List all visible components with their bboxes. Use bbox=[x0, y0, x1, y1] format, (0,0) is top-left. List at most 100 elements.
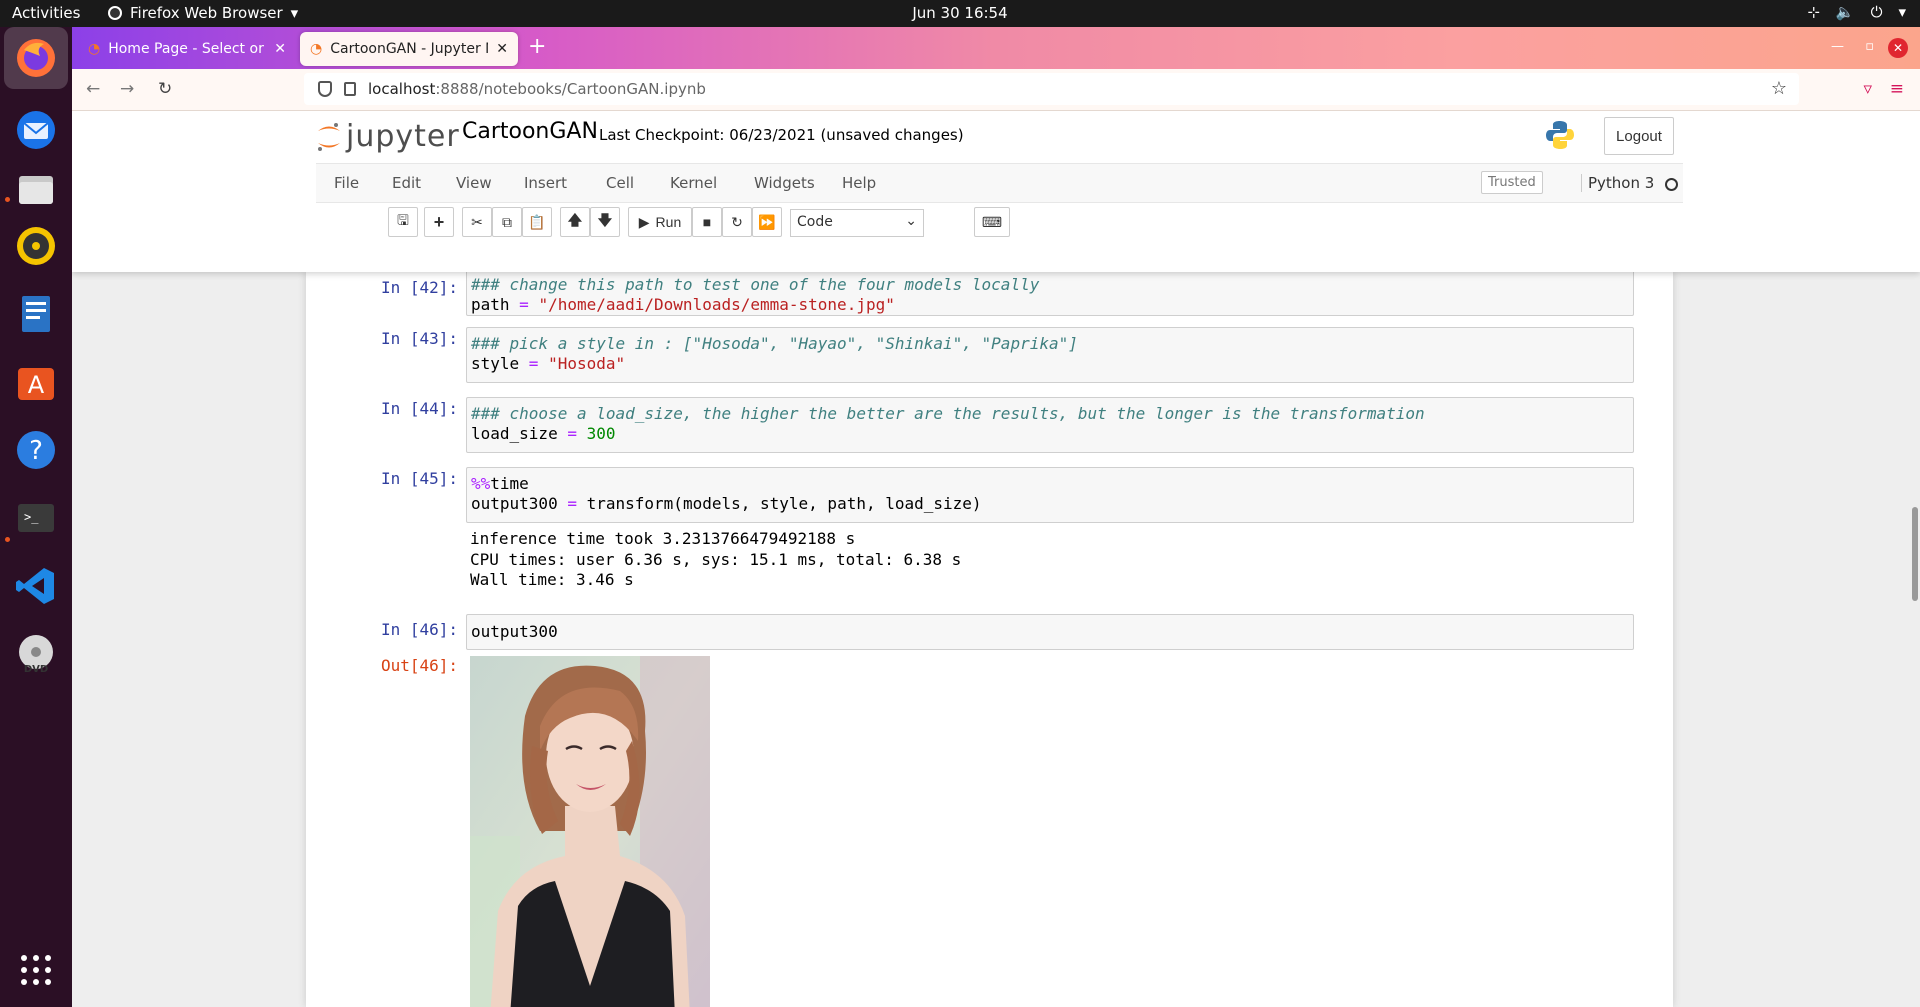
arrow-down-icon: 🡇 bbox=[597, 212, 613, 228]
app-menu-hamburger-icon[interactable]: ≡ bbox=[1890, 79, 1904, 99]
interrupt-button[interactable]: ■ bbox=[692, 207, 722, 237]
firefox-icon bbox=[17, 39, 55, 77]
forward-button[interactable]: → bbox=[120, 79, 134, 99]
menu-edit[interactable]: Edit bbox=[392, 174, 421, 192]
logout-button[interactable]: Logout bbox=[1604, 117, 1674, 155]
kernel-name[interactable]: Python 3 bbox=[1581, 174, 1654, 192]
cell-input[interactable]: ### choose a load_size, the higher the b… bbox=[466, 397, 1634, 453]
activities-button[interactable]: Activities bbox=[12, 4, 80, 22]
output-prompt: Out[46]: bbox=[380, 656, 458, 675]
dock-rhythmbox[interactable] bbox=[11, 221, 61, 271]
dock-writer[interactable] bbox=[11, 289, 61, 339]
new-tab-button[interactable]: + bbox=[528, 34, 546, 59]
dock: A ? >_ DVD bbox=[0, 27, 72, 1007]
run-button[interactable]: ▶ Run bbox=[628, 207, 692, 237]
reload-button[interactable]: ↻ bbox=[158, 79, 172, 99]
close-tab-icon[interactable]: ✕ bbox=[274, 41, 286, 57]
cell-input[interactable]: output300 bbox=[466, 614, 1634, 650]
restart-run-all-button[interactable]: ⏩ bbox=[752, 207, 782, 237]
code-var: output300 bbox=[471, 622, 558, 641]
back-button[interactable]: ← bbox=[86, 79, 100, 99]
code-comment: ### change this path to test one of the … bbox=[471, 275, 1040, 294]
network-icon: ⊹ bbox=[1807, 3, 1820, 21]
tab-cartoongan[interactable]: ◔ CartoonGAN - Jupyter No ✕ bbox=[300, 32, 518, 66]
tracking-shield-icon[interactable] bbox=[318, 81, 332, 97]
close-window-button[interactable]: ✕ bbox=[1888, 38, 1908, 58]
system-tray[interactable]: ⊹ 🔈 ⏻ ▾ bbox=[1807, 3, 1906, 21]
app-menu[interactable]: Firefox Web Browser ▾ bbox=[108, 4, 298, 22]
code-var: output300 bbox=[471, 494, 558, 513]
dock-files[interactable] bbox=[11, 165, 61, 215]
notebook-container: In [42]: ### change this path to test on… bbox=[306, 252, 1673, 1007]
page-info-icon[interactable] bbox=[344, 82, 356, 96]
tab-bar: ◔ Home Page - Select or cre ✕ ◔ CartoonG… bbox=[72, 27, 1920, 69]
volume-icon: 🔈 bbox=[1835, 3, 1855, 21]
cut-button[interactable]: ✂ bbox=[462, 207, 492, 237]
plus-icon: + bbox=[433, 211, 445, 232]
bookmark-star-icon[interactable]: ☆ bbox=[1771, 78, 1787, 99]
save-button[interactable]: 🖫 bbox=[388, 207, 418, 237]
cell-input[interactable]: %%time output300 = transform(models, sty… bbox=[466, 467, 1634, 523]
menu-kernel[interactable]: Kernel bbox=[670, 174, 717, 192]
notebook-toolbar: 🖫 + ✂ ⧉ 📋 🡅 🡇 ▶ Run ■ ↻ ⏩ Code ⌄ ⌨ bbox=[316, 207, 1016, 241]
svg-text:>_: >_ bbox=[24, 510, 39, 524]
cell-type-select[interactable]: Code ⌄ bbox=[790, 209, 924, 237]
jupyter-header: jupyter CartoonGAN Last Checkpoint: 06/2… bbox=[72, 111, 1920, 272]
tab-home-page[interactable]: ◔ Home Page - Select or cre ✕ bbox=[78, 32, 296, 66]
move-up-button[interactable]: 🡅 bbox=[560, 207, 590, 237]
code-op: = bbox=[519, 354, 549, 373]
jupyter-favicon-icon: ◔ bbox=[88, 41, 101, 57]
checkpoint-status: Last Checkpoint: 06/23/2021 (unsaved cha… bbox=[599, 126, 964, 144]
menu-help[interactable]: Help bbox=[842, 174, 876, 192]
close-tab-icon[interactable]: ✕ bbox=[496, 41, 508, 57]
dock-app-grid[interactable] bbox=[11, 945, 61, 995]
menu-widgets[interactable]: Widgets bbox=[754, 174, 815, 192]
cartoon-output-image bbox=[470, 656, 710, 1007]
pocket-icon[interactable]: ▿ bbox=[1863, 79, 1872, 99]
dock-firefox[interactable] bbox=[4, 27, 68, 89]
maximize-button[interactable]: ▫ bbox=[1865, 39, 1874, 54]
menu-view[interactable]: View bbox=[456, 174, 492, 192]
cell-input[interactable]: ### pick a style in : ["Hosoda", "Hayao"… bbox=[466, 327, 1634, 383]
trusted-indicator[interactable]: Trusted bbox=[1481, 171, 1543, 194]
menu-cell[interactable]: Cell bbox=[606, 174, 634, 192]
chevron-down-icon: ⌄ bbox=[905, 213, 917, 229]
svg-text:A: A bbox=[28, 371, 45, 399]
code-var: path bbox=[471, 295, 510, 314]
insert-cell-button[interactable]: + bbox=[424, 207, 454, 237]
page-scrollbar[interactable] bbox=[1912, 507, 1918, 601]
notebook-menubar: File Edit View Insert Cell Kernel Widget… bbox=[316, 163, 1683, 203]
command-palette-button[interactable]: ⌨ bbox=[974, 207, 1010, 237]
output-line: CPU times: user 6.36 s, sys: 15.1 ms, to… bbox=[470, 549, 962, 569]
dock-dvd[interactable]: DVD bbox=[11, 629, 61, 679]
dock-software[interactable]: A bbox=[11, 357, 61, 407]
save-icon: 🖫 bbox=[397, 212, 409, 228]
minimize-button[interactable]: — bbox=[1831, 39, 1844, 54]
dock-thunderbird[interactable] bbox=[11, 105, 61, 155]
system-top-bar: Activities Firefox Web Browser ▾ Jun 30 … bbox=[0, 0, 1920, 27]
kernel-idle-indicator-icon bbox=[1665, 178, 1678, 191]
play-icon: ▶ bbox=[638, 213, 650, 230]
files-icon bbox=[19, 176, 53, 204]
stop-icon: ■ bbox=[702, 214, 712, 230]
paste-button[interactable]: 📋 bbox=[522, 207, 552, 237]
svg-text:DVD: DVD bbox=[24, 664, 48, 675]
dock-help[interactable]: ? bbox=[11, 425, 61, 475]
url-bar[interactable]: localhost:8888/notebooks/CartoonGAN.ipyn… bbox=[304, 73, 1799, 105]
notebook-title[interactable]: CartoonGAN bbox=[462, 119, 598, 144]
copy-button[interactable]: ⧉ bbox=[492, 207, 522, 237]
dock-vscode[interactable] bbox=[11, 561, 61, 611]
keyboard-icon: ⌨ bbox=[981, 213, 1003, 230]
tab-title: Home Page - Select or cre bbox=[108, 41, 266, 57]
firefox-small-icon bbox=[108, 6, 122, 20]
menu-insert[interactable]: Insert bbox=[524, 174, 567, 192]
jupyter-logo[interactable]: jupyter bbox=[316, 119, 460, 154]
dock-terminal[interactable]: >_ bbox=[11, 493, 61, 543]
move-down-button[interactable]: 🡇 bbox=[590, 207, 620, 237]
magic-command: time bbox=[490, 474, 529, 493]
restart-button[interactable]: ↻ bbox=[722, 207, 752, 237]
menu-file[interactable]: File bbox=[334, 174, 359, 192]
code-string: "Hosoda" bbox=[548, 354, 626, 373]
svg-text:?: ? bbox=[29, 436, 43, 466]
scissors-icon: ✂ bbox=[471, 213, 483, 230]
